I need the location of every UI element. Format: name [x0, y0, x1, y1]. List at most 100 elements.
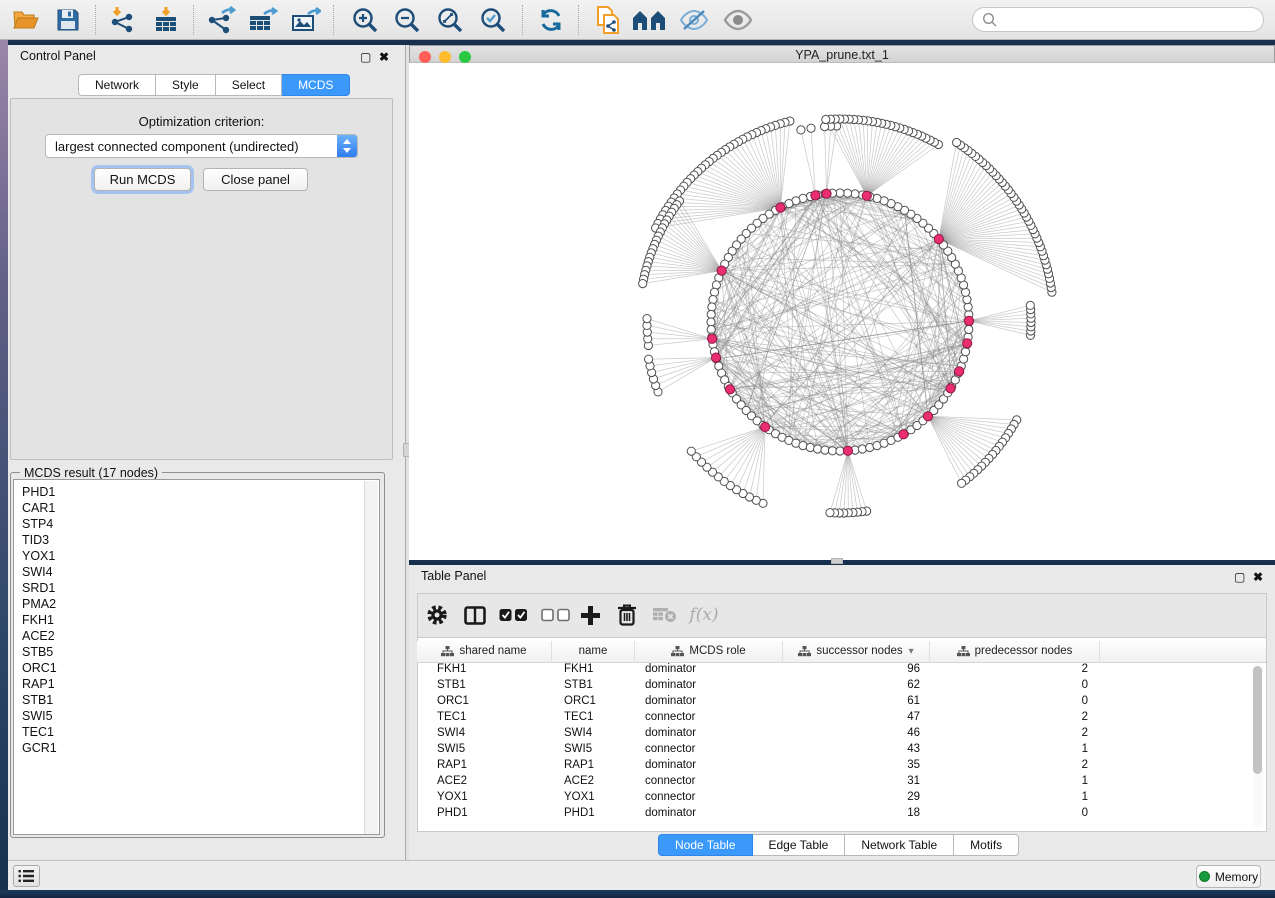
- table-row[interactable]: FKH1FKH1dominator962: [417, 662, 1252, 678]
- open-file-icon[interactable]: [8, 4, 44, 36]
- mcds-result-item[interactable]: STB5: [22, 644, 379, 660]
- mcds-dominator-node[interactable]: [923, 412, 932, 421]
- mcds-result-item[interactable]: RAP1: [22, 676, 379, 692]
- select-all-icon[interactable]: [498, 600, 530, 630]
- network-node[interactable]: [710, 288, 718, 296]
- mcds-dominator-node[interactable]: [761, 422, 770, 431]
- float-table-panel-icon[interactable]: ▢: [1234, 570, 1245, 584]
- network-node[interactable]: [709, 296, 717, 304]
- unselect-all-icon[interactable]: [540, 600, 572, 630]
- network-leaf-node[interactable]: [1026, 301, 1034, 309]
- mcds-result-item[interactable]: ORC1: [22, 660, 379, 676]
- mcds-dominator-node[interactable]: [811, 191, 820, 200]
- mcds-result-item[interactable]: SWI4: [22, 564, 379, 580]
- search-input[interactable]: [972, 7, 1264, 32]
- column-header-predecessor-nodes[interactable]: predecessor nodes: [930, 641, 1100, 661]
- float-panel-icon[interactable]: ▢: [360, 50, 371, 64]
- first-neighbors-icon[interactable]: [631, 4, 667, 36]
- network-node[interactable]: [806, 443, 814, 451]
- network-node[interactable]: [961, 348, 969, 356]
- mcds-dominator-node[interactable]: [899, 430, 908, 439]
- mcds-result-item[interactable]: TEC1: [22, 724, 379, 740]
- mcds-result-item[interactable]: STB1: [22, 692, 379, 708]
- show-all-icon[interactable]: [720, 4, 756, 36]
- mcds-result-item[interactable]: SRD1: [22, 580, 379, 596]
- close-table-panel-icon[interactable]: ✖: [1253, 570, 1263, 584]
- table-row[interactable]: ACE2ACE2connector311: [417, 774, 1252, 790]
- table-row[interactable]: STB1STB1dominator620: [417, 678, 1252, 694]
- table-row[interactable]: SWI4SWI4dominator462: [417, 726, 1252, 742]
- close-panel-icon[interactable]: ✖: [379, 50, 389, 64]
- network-node[interactable]: [708, 303, 716, 311]
- hide-selected-icon[interactable]: [676, 4, 712, 36]
- mcds-result-item[interactable]: ACE2: [22, 628, 379, 644]
- tab-motifs[interactable]: Motifs: [954, 834, 1019, 856]
- network-node[interactable]: [707, 310, 715, 318]
- network-node[interactable]: [965, 325, 973, 333]
- mcds-result-item[interactable]: YOX1: [22, 548, 379, 564]
- network-node[interactable]: [814, 445, 822, 453]
- import-table-icon[interactable]: [148, 4, 184, 36]
- settings-gear-icon[interactable]: [425, 600, 449, 630]
- network-leaf-node[interactable]: [797, 126, 805, 134]
- column-header-MCDS-role[interactable]: MCDS role: [635, 641, 783, 661]
- close-panel-button[interactable]: Close panel: [203, 168, 308, 191]
- task-history-button[interactable]: [13, 865, 40, 887]
- network-node[interactable]: [858, 445, 866, 453]
- table-row[interactable]: PHD1PHD1dominator180: [417, 806, 1252, 822]
- mcds-result-item[interactable]: PHD1: [22, 484, 379, 500]
- export-table-icon[interactable]: [245, 4, 281, 36]
- zoom-selected-icon[interactable]: [475, 4, 511, 36]
- mcds-dominator-node[interactable]: [717, 266, 726, 275]
- network-leaf-node[interactable]: [826, 509, 834, 517]
- tab-network[interactable]: Network: [78, 74, 156, 96]
- tab-node-table[interactable]: Node Table: [658, 834, 753, 856]
- network-node[interactable]: [836, 189, 844, 197]
- table-row[interactable]: TEC1TEC1connector472: [417, 710, 1252, 726]
- network-leaf-node[interactable]: [639, 280, 647, 288]
- run-mcds-button[interactable]: Run MCDS: [94, 168, 191, 191]
- mcds-dominator-node[interactable]: [708, 334, 717, 343]
- column-header-successor-nodes[interactable]: successor nodes ▾: [783, 641, 930, 661]
- mcds-dominator-node[interactable]: [946, 384, 955, 393]
- export-image-icon[interactable]: [288, 4, 324, 36]
- memory-button[interactable]: Memory: [1196, 865, 1261, 888]
- network-node[interactable]: [851, 190, 859, 198]
- mcds-dominator-node[interactable]: [955, 367, 964, 376]
- show-columns-icon[interactable]: [462, 600, 488, 630]
- refresh-icon[interactable]: [533, 4, 569, 36]
- mcds-dominator-node[interactable]: [843, 446, 852, 455]
- network-leaf-node[interactable]: [953, 138, 961, 146]
- mcds-dominator-node[interactable]: [934, 235, 943, 244]
- network-node[interactable]: [828, 447, 836, 455]
- tab-network-table[interactable]: Network Table: [845, 834, 954, 856]
- table-row[interactable]: YOX1YOX1connector291: [417, 790, 1252, 806]
- mcds-result-item[interactable]: FKH1: [22, 612, 379, 628]
- mcds-result-list[interactable]: PHD1CAR1STP4TID3YOX1SWI4SRD1PMA2FKH1ACE2…: [13, 479, 380, 835]
- network-leaf-node[interactable]: [807, 124, 815, 132]
- table-scrollbar-thumb[interactable]: [1253, 666, 1262, 774]
- horizontal-splitter-grip[interactable]: [831, 558, 843, 564]
- export-network-icon[interactable]: [203, 4, 239, 36]
- tab-select[interactable]: Select: [216, 74, 282, 96]
- network-node[interactable]: [707, 325, 715, 333]
- mcds-dominator-node[interactable]: [822, 189, 831, 198]
- network-node[interactable]: [821, 446, 829, 454]
- network-leaf-node[interactable]: [958, 479, 966, 487]
- mcds-result-item[interactable]: STP4: [22, 516, 379, 532]
- mcds-result-item[interactable]: CAR1: [22, 500, 379, 516]
- network-leaf-node[interactable]: [687, 447, 695, 455]
- mcds-dominator-node[interactable]: [964, 316, 973, 325]
- mcds-dominator-node[interactable]: [711, 353, 720, 362]
- save-session-icon[interactable]: [50, 4, 86, 36]
- column-header-shared-name[interactable]: shared name: [417, 641, 552, 661]
- copy-network-icon[interactable]: [590, 4, 626, 36]
- function-builder-icon[interactable]: f(x): [686, 600, 722, 630]
- zoom-in-icon[interactable]: [347, 4, 383, 36]
- table-row[interactable]: ORC1ORC1dominator610: [417, 694, 1252, 710]
- tab-style[interactable]: Style: [156, 74, 216, 96]
- mcds-result-item[interactable]: TID3: [22, 532, 379, 548]
- mcds-result-item[interactable]: PMA2: [22, 596, 379, 612]
- mcds-dominator-node[interactable]: [725, 385, 734, 394]
- network-canvas[interactable]: [409, 63, 1275, 560]
